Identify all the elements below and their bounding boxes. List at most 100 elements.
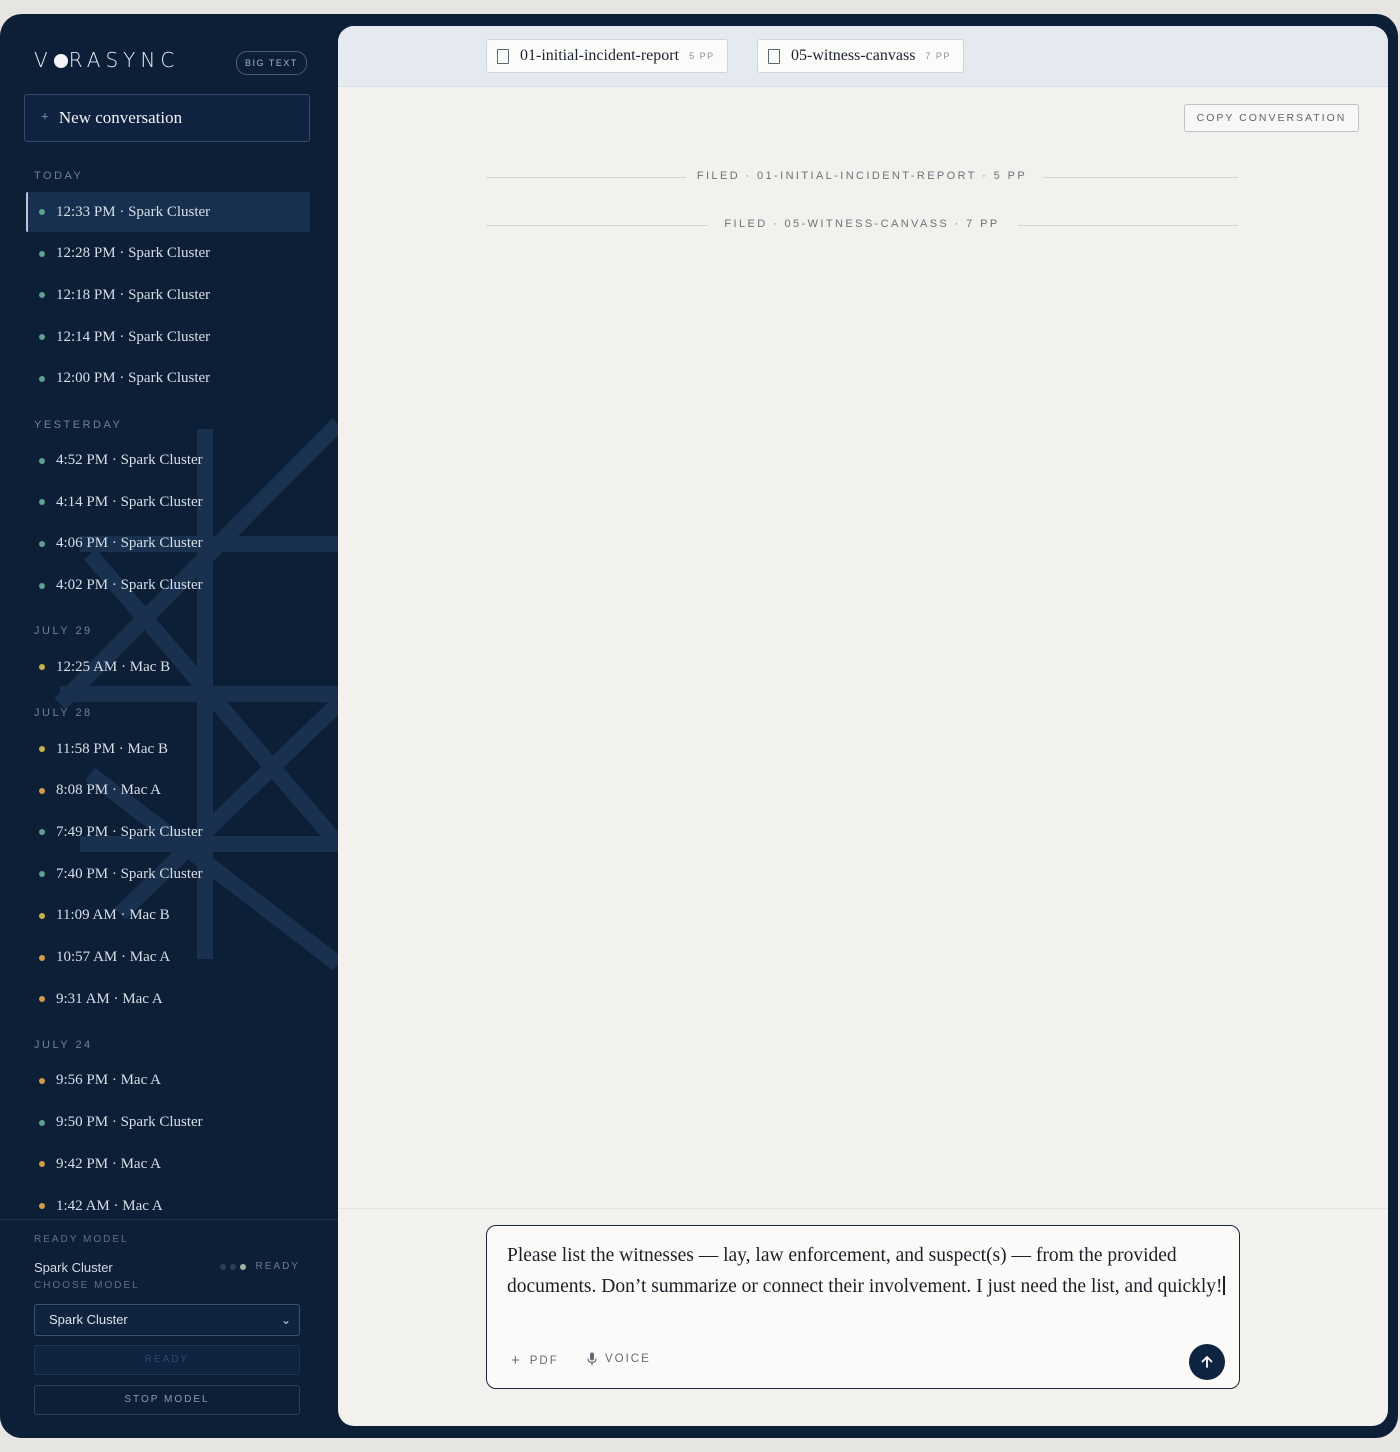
sidebar: V RASYNC BIG TEXT + New conversation TODA… bbox=[0, 14, 338, 1438]
new-conversation-button[interactable]: + New conversation bbox=[24, 94, 310, 142]
conversation-item-label: 11:09 AM · Mac B bbox=[56, 907, 170, 924]
conversation-item[interactable]: 9:50 PM · Spark Cluster bbox=[26, 1103, 310, 1143]
document-tab-name: 05-witness-canvass bbox=[791, 47, 916, 64]
model-dot-icon bbox=[39, 334, 45, 341]
conversation-item[interactable]: 12:18 PM · Spark Cluster bbox=[26, 275, 310, 315]
conversation-item[interactable]: 9:56 PM · Mac A bbox=[26, 1061, 310, 1101]
conversation-item[interactable]: 4:14 PM · Spark Cluster bbox=[26, 482, 310, 522]
model-dot-icon bbox=[39, 746, 45, 752]
model-dot-icon bbox=[39, 375, 45, 382]
send-button[interactable] bbox=[1189, 1344, 1225, 1380]
conversation-item-label: 12:00 PM · Spark Cluster bbox=[56, 370, 211, 387]
model-dot-icon bbox=[39, 664, 45, 671]
filed-label: FILED · 05-WITNESS-CANVASS · 7 PP bbox=[724, 218, 1000, 230]
conversation-item-label: 4:02 PM · Spark Cluster bbox=[56, 577, 203, 594]
status-dot bbox=[229, 1263, 236, 1270]
model-dot-icon bbox=[39, 787, 45, 794]
history-group-label: YESTERDAY bbox=[34, 418, 123, 431]
model-dot-icon bbox=[39, 829, 45, 836]
document-tab-name: 01-initial-incident-report bbox=[520, 47, 680, 64]
document-tab-pages: 7 PP bbox=[925, 51, 951, 61]
model-dot-icon bbox=[39, 871, 45, 878]
choose-model-label: CHOOSE MODEL bbox=[34, 1280, 140, 1291]
message-text: Please list the witnesses — lay, law enf… bbox=[507, 1245, 1223, 1297]
conversation-item[interactable]: 12:14 PM · Spark Cluster bbox=[26, 317, 310, 357]
conversation-item-label: 11:58 PM · Mac B bbox=[56, 740, 168, 757]
conversation-item-label: 1:42 AM · Mac A bbox=[56, 1197, 163, 1214]
status-dot bbox=[239, 1263, 246, 1270]
conversation-item-label: 10:57 AM · Mac A bbox=[56, 949, 171, 965]
app-window: V RASYNC BIG TEXT + New conversation TODA… bbox=[0, 14, 1398, 1438]
conversation-item[interactable]: 12:25 AM · Mac B bbox=[26, 647, 310, 687]
attach-pdf-label: PDF bbox=[529, 1354, 559, 1367]
model-dot-icon bbox=[39, 1077, 45, 1084]
conversation-item-label: 9:50 PM · Spark Cluster bbox=[56, 1114, 203, 1131]
conversation-item-label: 9:56 PM · Mac A bbox=[56, 1072, 161, 1089]
model-dot-icon bbox=[39, 912, 45, 919]
model-dot-icon bbox=[39, 1119, 45, 1126]
filed-separator: FILED · 05-WITNESS-CANVASS · 7 PP bbox=[486, 215, 1238, 235]
conversation-item[interactable]: 4:02 PM · Spark Cluster bbox=[26, 566, 310, 606]
divider bbox=[338, 1208, 1388, 1209]
attach-pdf-button[interactable]: + PDF bbox=[511, 1352, 559, 1369]
ready-model-name: Spark Cluster bbox=[34, 1260, 113, 1275]
conversation-item-label: 12:18 PM · Spark Cluster bbox=[56, 286, 211, 303]
ready-button[interactable]: READY bbox=[34, 1345, 300, 1375]
model-panel: READY MODEL Spark Cluster READY CHOOSE M… bbox=[0, 1219, 338, 1438]
conversation-item[interactable]: 10:57 AM · Mac A bbox=[26, 938, 310, 978]
model-dot-icon bbox=[39, 540, 45, 547]
conversation-item-label: 9:31 AM · Mac A bbox=[56, 990, 163, 1007]
model-dot-icon bbox=[39, 996, 45, 1003]
arrow-up-icon bbox=[1201, 1356, 1213, 1368]
new-conversation-label: New conversation bbox=[58, 108, 183, 127]
conversation-item-label: 4:06 PM · Spark Cluster bbox=[56, 535, 203, 552]
chevron-down-icon: ⌄ bbox=[280, 1313, 291, 1327]
conversation-item[interactable]: 12:00 PM · Spark Cluster bbox=[26, 359, 310, 399]
model-dot-icon bbox=[39, 250, 45, 257]
stop-model-button[interactable]: STOP MODEL bbox=[34, 1385, 300, 1415]
big-text-toggle[interactable]: BIG TEXT bbox=[236, 51, 307, 75]
conversation-item[interactable]: 11:09 AM · Mac B bbox=[26, 896, 310, 936]
conversation-item[interactable]: 4:52 PM · Spark Cluster bbox=[26, 441, 310, 481]
conversation-item-label: 9:42 PM · Mac A bbox=[56, 1155, 161, 1172]
conversation-item[interactable]: 9:42 PM · Mac A bbox=[26, 1144, 310, 1184]
document-tab[interactable]: 01-initial-incident-report 5 PP bbox=[486, 39, 728, 73]
status-dot bbox=[219, 1263, 226, 1270]
history-group-label: JULY 29 bbox=[34, 625, 93, 638]
app-logo: V RASYNC bbox=[34, 48, 180, 72]
model-select[interactable]: Spark Cluster ⌄ bbox=[34, 1304, 300, 1336]
main-panel: 01-initial-incident-report 5 PP 05-witne… bbox=[338, 26, 1388, 1426]
copy-conversation-button[interactable]: COPY CONVERSATION bbox=[1184, 104, 1359, 132]
model-dot-icon bbox=[39, 209, 45, 215]
document-tab-bar: 01-initial-incident-report 5 PP 05-witne… bbox=[338, 26, 1388, 87]
model-dot-icon bbox=[39, 582, 45, 589]
conversation-item[interactable]: 4:06 PM · Spark Cluster bbox=[26, 524, 310, 564]
history-group-label: JULY 24 bbox=[34, 1038, 93, 1051]
conversation-item-label: 8:08 PM · Mac A bbox=[56, 782, 161, 799]
conversation-item-label: 7:49 PM · Spark Cluster bbox=[56, 823, 203, 840]
model-dot-icon bbox=[39, 457, 45, 464]
document-tab-pages: 5 PP bbox=[689, 51, 715, 61]
message-input[interactable]: Please list the witnesses — lay, law enf… bbox=[507, 1240, 1227, 1302]
conversation-item[interactable]: 9:31 AM · Mac A bbox=[26, 979, 310, 1019]
conversation-item-label: 4:52 PM · Spark Cluster bbox=[56, 452, 203, 468]
conversation-item[interactable]: 7:40 PM · Spark Cluster bbox=[26, 854, 310, 894]
model-dot-icon bbox=[39, 499, 45, 506]
conversation-item[interactable]: 7:49 PM · Spark Cluster bbox=[26, 812, 310, 852]
filed-separator: FILED · 01-INITIAL-INCIDENT-REPORT · 5 P… bbox=[486, 167, 1238, 187]
model-dot-icon bbox=[39, 1203, 45, 1209]
history-group-label: TODAY bbox=[34, 170, 84, 182]
conversation-item[interactable]: 12:28 PM · Spark Cluster bbox=[26, 234, 310, 274]
conversation-item-label: 12:14 PM · Spark Cluster bbox=[56, 328, 211, 345]
message-composer[interactable]: Please list the witnesses — lay, law enf… bbox=[486, 1225, 1240, 1389]
conversation-item-label: 7:40 PM · Spark Cluster bbox=[56, 865, 203, 882]
conversation-item[interactable]: 12:33 PM · Spark Cluster bbox=[26, 192, 310, 232]
conversation-item-label: 4:14 PM · Spark Cluster bbox=[56, 493, 203, 510]
conversation-item[interactable]: 11:58 PM · Mac B bbox=[26, 729, 310, 769]
document-tab[interactable]: 05-witness-canvass 7 PP bbox=[757, 39, 964, 73]
model-dot-icon bbox=[39, 1161, 45, 1168]
voice-label: VOICE bbox=[605, 1353, 651, 1365]
plus-icon: + bbox=[511, 1352, 522, 1369]
voice-button[interactable]: VOICE bbox=[587, 1352, 651, 1366]
conversation-item[interactable]: 8:08 PM · Mac A bbox=[26, 771, 310, 811]
